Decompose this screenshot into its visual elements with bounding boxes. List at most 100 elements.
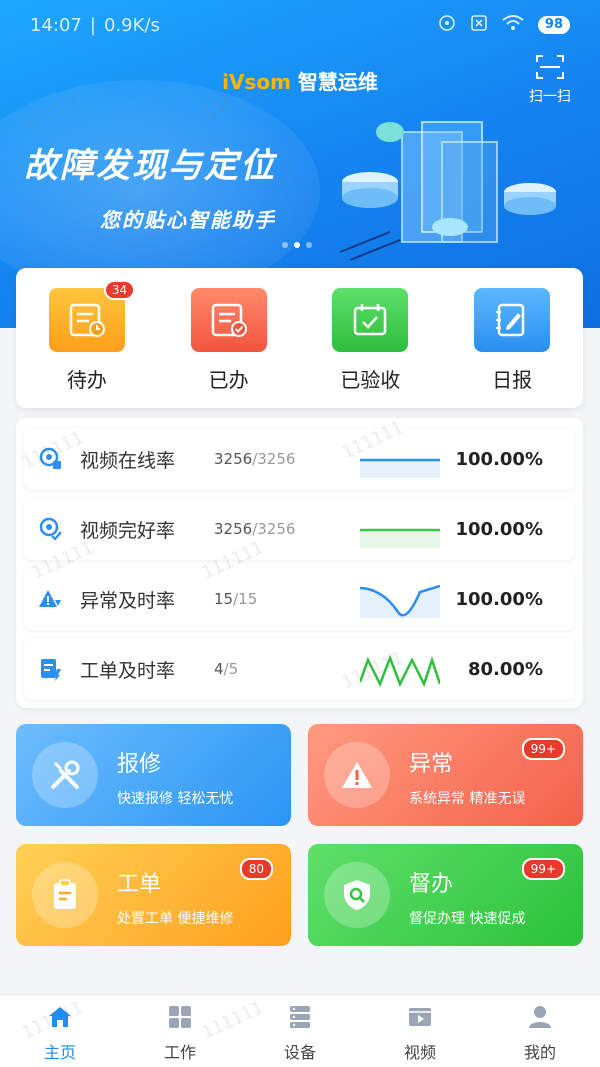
banner-dot: [306, 242, 312, 248]
quick-action-label: 日报: [492, 368, 533, 392]
stat-count-total: /15: [233, 590, 258, 608]
stat-row-abnormal-timely[interactable]: 异常及时率 15/15 100.00%: [24, 568, 575, 630]
trend-sparkline: [360, 654, 440, 688]
battery-badge: 98: [537, 16, 570, 34]
banner[interactable]: 故障发现与定位 您的贴心智能助手: [0, 112, 600, 262]
app-title: iVsom 智慧运维: [0, 66, 600, 95]
video-icon: [409, 1008, 431, 1026]
video-intact-icon: [39, 517, 62, 541]
quick-action-todo[interactable]: 34 待办: [32, 280, 142, 408]
tile-abnormal[interactable]: 异常 系统异常 精准无误 99+: [308, 724, 583, 826]
banner-pager: [282, 242, 312, 248]
tab-label: 我的: [523, 1043, 556, 1062]
hotspot-icon: [438, 14, 456, 37]
banner-dot: [282, 242, 288, 248]
tile-badge: 80: [239, 858, 273, 880]
stat-count: 3256/3256: [214, 450, 324, 468]
banner-subtitle: 您的贴心智能助手: [100, 208, 276, 232]
stat-row-order-timely[interactable]: 工单及时率 4/5 80.00%: [24, 638, 575, 700]
quick-actions-card: 34 待办 已办 已验收 日报: [16, 268, 583, 408]
banner-title: 故障发现与定位: [24, 146, 276, 186]
tab-label: 主页: [43, 1043, 76, 1062]
tab-profile[interactable]: 我的: [480, 995, 600, 1067]
tab-label: 视频: [403, 1043, 436, 1062]
scan-button[interactable]: 扫一扫: [522, 54, 578, 106]
tab-home[interactable]: 主页: [0, 995, 120, 1067]
scan-label: 扫一扫: [529, 89, 571, 105]
quick-action-label: 待办: [66, 368, 107, 392]
tab-video[interactable]: 视频: [360, 995, 480, 1067]
tab-devices[interactable]: 设备: [240, 995, 360, 1067]
stat-percent: 80.00%: [468, 658, 543, 680]
stat-count-value: 3256: [214, 520, 253, 538]
shield-search-icon: [324, 862, 390, 928]
stat-row-video-intact[interactable]: 视频完好率 3256/3256 100.00%: [24, 498, 575, 560]
stat-count-total: /3256: [252, 450, 296, 468]
no-sim-icon: [470, 14, 488, 37]
stat-name: 视频在线率: [80, 449, 176, 472]
stats-card: 视频在线率 3256/3256 100.00% 视频完好率 3256/3256 …: [16, 418, 583, 708]
tab-label: 工作: [163, 1043, 196, 1062]
status-time: 14:07: [30, 14, 82, 36]
bottom-tab-bar: 主页 工作 设备 视频 我的: [0, 994, 600, 1067]
tile-supervise[interactable]: 督办 督促办理 快速促成 99+: [308, 844, 583, 946]
video-online-icon: [39, 447, 61, 469]
todo-count-badge: 34: [103, 280, 136, 300]
tile-title: 异常: [409, 752, 454, 777]
stat-percent: 100.00%: [455, 518, 544, 540]
stat-count: 4/5: [214, 660, 324, 678]
quick-action-daily-report[interactable]: 日报: [457, 288, 567, 408]
tile-badge: 99+: [521, 738, 565, 760]
wifi-icon: [502, 14, 524, 37]
stat-name: 异常及时率: [80, 589, 176, 612]
status-divider: |: [89, 14, 96, 36]
tile-title: 报修: [117, 752, 162, 777]
tab-work[interactable]: 工作: [120, 995, 240, 1067]
tile-repair[interactable]: 报修 快速报修 轻松无忧: [16, 724, 291, 826]
clipboard-icon: [32, 862, 98, 928]
quick-action-accepted[interactable]: 已验收: [315, 288, 425, 408]
warning-icon: [39, 590, 61, 607]
banner-dot-active: [294, 242, 300, 248]
stat-name: 视频完好率: [80, 519, 176, 542]
status-bar: 14:07 | 0.9K/s 98: [0, 0, 600, 50]
stat-count-total: /5: [223, 660, 239, 678]
tile-subtitle: 系统异常 精准无误: [409, 791, 526, 807]
alert-icon: [324, 742, 390, 808]
tile-title: 工单: [117, 872, 162, 897]
stat-percent: 100.00%: [455, 448, 544, 470]
tile-title: 督办: [409, 872, 454, 897]
tile-subtitle: 快速报修 轻松无忧: [117, 791, 234, 807]
stat-count: 3256/3256: [214, 520, 324, 538]
stat-percent: 100.00%: [455, 588, 544, 610]
daily-report-icon: [474, 288, 551, 352]
app-name: 智慧运维: [297, 70, 378, 94]
server-illustration: [339, 121, 556, 261]
done-icon: [190, 288, 267, 352]
trend-sparkline: [360, 584, 440, 618]
status-speed: 0.9K/s: [103, 14, 160, 36]
tile-subtitle: 处置工单 便捷维修: [117, 911, 234, 927]
stat-count-value: 15: [214, 590, 234, 608]
tile-work-order[interactable]: 工单 处置工单 便捷维修 80: [16, 844, 291, 946]
home-icon: [49, 1007, 71, 1027]
tab-label: 设备: [283, 1043, 316, 1062]
scan-icon: [535, 55, 565, 84]
stat-count-total: /3256: [252, 520, 296, 538]
stat-row-video-online[interactable]: 视频在线率 3256/3256 100.00%: [24, 428, 575, 490]
tile-badge: 99+: [521, 858, 565, 880]
quick-action-label: 已验收: [340, 368, 401, 392]
stat-count-value: 4: [214, 660, 224, 678]
accepted-icon: [332, 288, 409, 352]
tile-subtitle: 督促办理 快速促成: [409, 911, 526, 927]
stat-count: 15/15: [214, 590, 324, 608]
order-icon: [41, 659, 61, 681]
trend-sparkline: [360, 458, 440, 478]
server-icon: [290, 1006, 310, 1028]
stat-count-value: 3256: [214, 450, 253, 468]
brand-name: iVsom: [222, 70, 291, 94]
stat-name: 工单及时率: [80, 659, 176, 682]
quick-action-done[interactable]: 已办: [174, 288, 284, 408]
trend-sparkline: [360, 528, 440, 548]
quick-action-label: 已办: [208, 368, 249, 392]
